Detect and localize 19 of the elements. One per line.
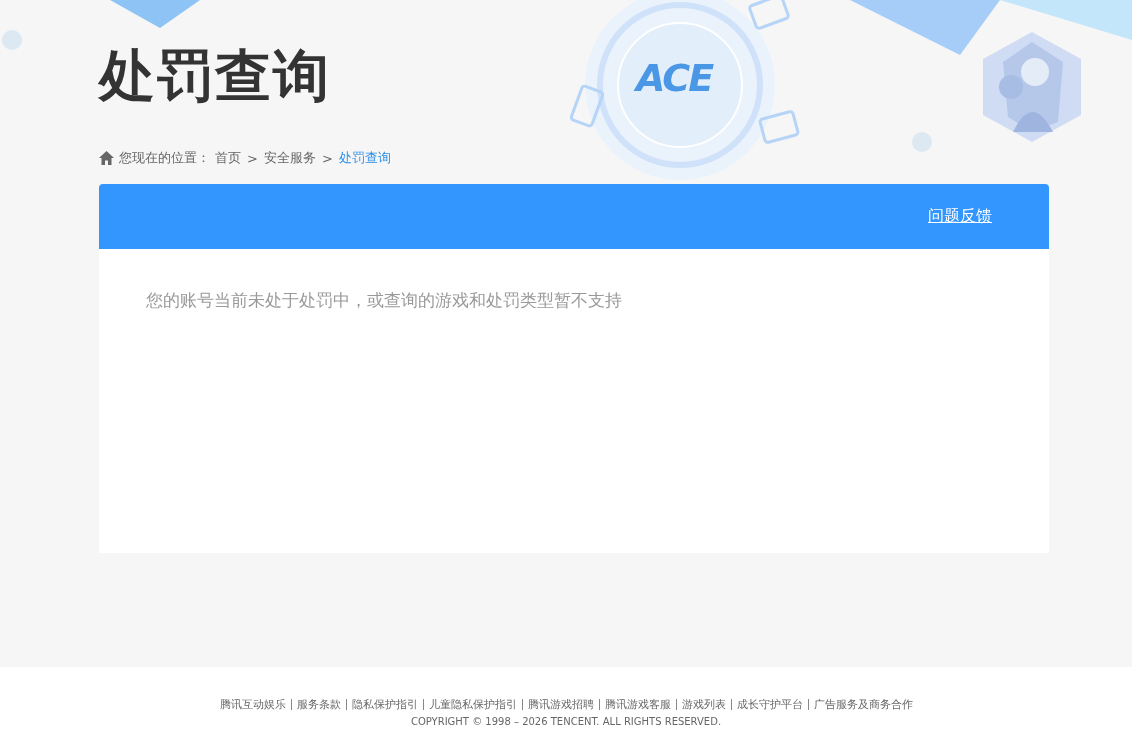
status-message: 您的账号当前未处于处罚中，或查询的游戏和处罚类型暂不支持 [146,289,623,312]
footer-link[interactable]: 游戏列表 [681,697,726,712]
footer-link[interactable]: 隐私保护指引 [351,697,418,712]
footer-link[interactable]: 成长守护平台 [736,697,803,712]
footer-link[interactable]: 广告服务及商务合作 [813,697,913,712]
breadcrumb-separator: > [321,150,333,166]
footer-link[interactable]: 腾讯互动娱乐 [219,697,286,712]
home-icon [99,151,114,165]
breadcrumb-separator: > [247,150,258,166]
breadcrumb-link[interactable]: 首页 [215,149,241,167]
page-title: 处罚查询 [99,42,331,110]
breadcrumb-link[interactable]: 安全服务 [263,149,316,167]
breadcrumb-label: 您现在的位置： [119,149,210,167]
copyright: COPYRIGHT © 1998 – 2026 TENCENT. ALL RIGHTS RESERVED. [409,716,723,727]
footer-link[interactable]: 腾讯游戏客服 [604,697,671,712]
footer-link[interactable]: 腾讯游戏招聘 [527,697,594,712]
breadcrumb-link[interactable]: 处罚查询 [338,149,391,167]
footer-link[interactable]: 儿童隐私保护指引 [428,697,517,712]
footer-link[interactable]: 服务条款 [296,697,341,712]
